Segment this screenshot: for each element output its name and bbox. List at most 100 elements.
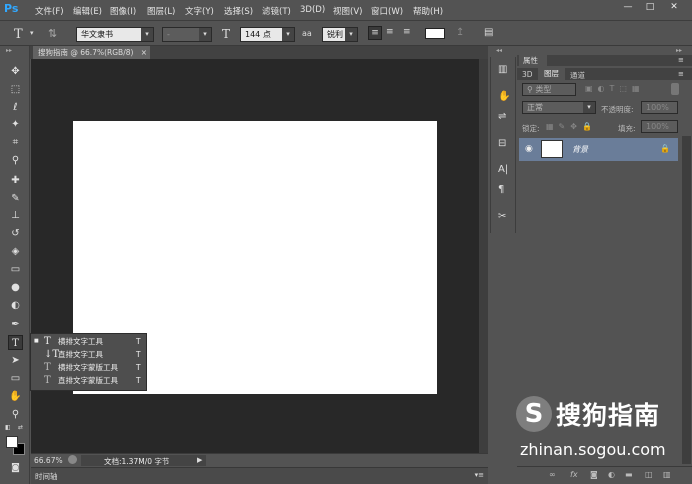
font-family-select[interactable]: 华文隶书 ▾: [76, 27, 154, 42]
crop-tool-icon[interactable]: ⌗: [8, 135, 23, 150]
menu-type[interactable]: 文字(Y): [185, 5, 214, 17]
default-colors-icon[interactable]: ◧: [5, 424, 11, 431]
lasso-tool-icon[interactable]: ℓ: [8, 100, 23, 115]
path-selection-tool-icon[interactable]: ➤: [8, 353, 23, 368]
status-menu-icon[interactable]: [68, 455, 77, 464]
gradient-tool-icon[interactable]: ▭: [8, 262, 23, 277]
layer-mask-icon[interactable]: ◙: [590, 470, 598, 479]
minimize-button[interactable]: —: [618, 1, 638, 13]
history-brush-tool-icon[interactable]: ↺: [8, 226, 23, 241]
filter-icons[interactable]: ▣◐T⬚▦: [585, 84, 645, 93]
character-panel-icon[interactable]: ▤: [484, 27, 493, 38]
close-tab-icon[interactable]: ×: [141, 46, 147, 59]
magic-wand-tool-icon[interactable]: ✦: [8, 117, 23, 132]
text-color-swatch[interactable]: [425, 28, 445, 39]
adjustment-layer-icon[interactable]: ◐: [608, 470, 615, 479]
foreground-color-swatch[interactable]: [6, 436, 18, 448]
layer-row-background[interactable]: ◉ 背景 🔒: [519, 138, 678, 161]
sogou-logo: S: [516, 396, 552, 432]
preset-dropdown-icon[interactable]: ▾: [30, 29, 34, 37]
paragraph-icon[interactable]: ¶: [498, 184, 504, 195]
menu-help[interactable]: 帮助(H): [413, 5, 443, 17]
font-size-select[interactable]: 144 点 ▾: [240, 27, 295, 42]
menu-image[interactable]: 图像(I): [110, 5, 136, 17]
move-tool-icon[interactable]: ✥: [8, 64, 23, 79]
tab-channels[interactable]: 通道: [570, 70, 585, 81]
menu-file[interactable]: 文件(F): [35, 5, 64, 17]
new-group-icon[interactable]: ▬: [625, 470, 633, 479]
menu-view[interactable]: 视图(V): [333, 5, 362, 17]
flyout-item-horizontal-type-mask[interactable]: T 横排文字蒙版工具 T: [31, 361, 146, 374]
font-style-select[interactable]: - ▾: [162, 27, 212, 42]
menu-layer[interactable]: 图层(L): [147, 5, 175, 17]
adjustments-panel-icon[interactable]: ⇌: [498, 111, 506, 122]
blur-tool-icon[interactable]: ●: [8, 280, 23, 295]
eye-icon[interactable]: ◉: [525, 144, 533, 154]
fill-input[interactable]: 100%: [641, 120, 678, 133]
canvas-vertical-scrollbar[interactable]: [479, 59, 488, 453]
delete-layer-icon[interactable]: ▥: [663, 470, 671, 479]
hand-tool-icon[interactable]: ✋: [8, 389, 23, 404]
panel-menu-icon[interactable]: ≡: [678, 56, 684, 64]
pen-tool-icon[interactable]: ✒: [8, 317, 23, 332]
tool-presets-icon[interactable]: ✂: [498, 211, 506, 222]
healing-brush-tool-icon[interactable]: ✚: [8, 173, 23, 188]
font-size-icon: T: [222, 27, 231, 41]
antialias-select[interactable]: 锐利 ▾: [322, 27, 358, 42]
flyout-item-horizontal-type[interactable]: ■ T 横排文字工具 T: [31, 335, 146, 348]
brush-tool-icon[interactable]: ✎: [8, 191, 23, 206]
marquee-tool-icon[interactable]: ⬚: [8, 82, 23, 97]
blend-mode-select[interactable]: 正常 ▾: [522, 101, 596, 114]
align-center-icon[interactable]: ≡: [386, 27, 394, 37]
layer-filter-select[interactable]: ⚲ 类型: [522, 83, 576, 96]
timeline-label[interactable]: 时间轴: [35, 471, 58, 482]
tab-layers[interactable]: 图层: [538, 68, 565, 80]
clone-stamp-tool-icon[interactable]: ⊥: [8, 208, 23, 223]
character-icon[interactable]: A|: [498, 164, 508, 175]
filter-toggle[interactable]: [671, 83, 679, 95]
layers-scrollbar[interactable]: [682, 136, 691, 464]
warp-text-icon[interactable]: ↥: [456, 27, 464, 38]
swap-colors-icon[interactable]: ⇄: [18, 424, 23, 431]
type-tool-preset-icon[interactable]: T: [14, 27, 23, 42]
menu-window[interactable]: 窗口(W): [371, 5, 403, 17]
tab-properties[interactable]: 属性: [519, 55, 547, 66]
orientation-toggle-icon[interactable]: ⇅: [48, 27, 57, 40]
align-right-icon[interactable]: ≡: [403, 27, 411, 37]
dodge-tool-icon[interactable]: ◐: [8, 298, 23, 313]
menu-filter[interactable]: 滤镜(T): [262, 5, 291, 17]
opacity-input[interactable]: 100%: [641, 101, 678, 114]
vertical-type-icon: ↓T: [44, 349, 60, 360]
close-button[interactable]: ✕: [664, 1, 684, 13]
expand-arrows-icon[interactable]: ◂◂: [496, 47, 502, 54]
zoom-tool-icon[interactable]: ⚲: [8, 407, 23, 422]
flyout-item-vertical-type[interactable]: ↓T 直排文字工具 T: [31, 348, 146, 361]
menu-3d[interactable]: 3D(D): [300, 5, 325, 15]
panel-menu-icon[interactable]: ▾≡: [475, 471, 484, 479]
history-panel-icon[interactable]: ▥: [498, 64, 507, 75]
panel-menu-icon[interactable]: ≡: [678, 70, 684, 78]
quick-mask-icon[interactable]: ◙: [8, 461, 23, 476]
document-tab[interactable]: 搜狗指南 @ 66.7%(RGB/8) ×: [33, 46, 150, 59]
zoom-level[interactable]: 66.67%: [34, 456, 63, 465]
rectangle-tool-icon[interactable]: ▭: [8, 371, 23, 386]
eyedropper-tool-icon[interactable]: ⚲: [8, 153, 23, 168]
swatches-panel-icon[interactable]: ✋: [498, 91, 510, 102]
type-tool-icon[interactable]: T: [8, 335, 23, 350]
new-layer-icon[interactable]: ◫: [645, 470, 653, 479]
menu-select[interactable]: 选择(S): [224, 5, 253, 17]
paragraph-styles-icon[interactable]: ⊟: [498, 138, 506, 149]
flyout-item-vertical-type-mask[interactable]: T 直排文字蒙版工具 T: [31, 374, 146, 387]
eraser-tool-icon[interactable]: ◈: [8, 244, 23, 259]
link-layers-icon[interactable]: ∞: [549, 470, 556, 479]
lock-icons[interactable]: ▦✎✥🔒: [546, 122, 597, 131]
collapse-arrows-icon[interactable]: ▸▸: [676, 47, 682, 54]
menu-edit[interactable]: 编辑(E): [73, 5, 102, 17]
status-arrow-icon[interactable]: ▶: [197, 456, 202, 464]
restore-button[interactable]: □: [640, 1, 660, 13]
align-left-icon[interactable]: ≡: [368, 26, 382, 40]
layer-name[interactable]: 背景: [572, 144, 588, 155]
tab-3d[interactable]: 3D: [522, 70, 533, 79]
fx-icon[interactable]: fx: [570, 470, 578, 479]
collapse-arrows-icon[interactable]: ▸▸: [6, 47, 12, 54]
